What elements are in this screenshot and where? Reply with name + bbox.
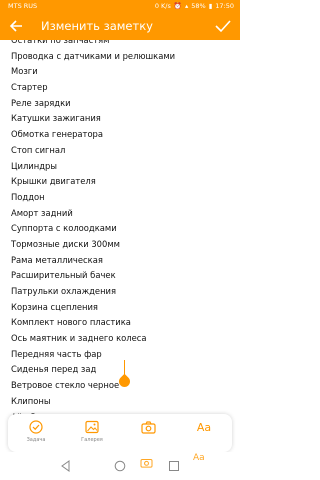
note-line: Мозги — [11, 66, 38, 77]
nav-home-button[interactable] — [112, 458, 128, 474]
nav-back-button[interactable] — [58, 458, 74, 474]
note-line: Крышки двигателя — [11, 176, 96, 187]
check-icon — [215, 20, 231, 33]
gallery-icon — [85, 420, 99, 434]
note-line: Катушки зажигания — [11, 113, 101, 124]
camera-ghost-icon — [140, 453, 153, 472]
note-line: Остатки по запчастям — [11, 40, 110, 45]
note-line: Ось маятник и заднего колеса — [11, 333, 147, 344]
note-line: Цилиндры — [11, 160, 57, 171]
gallery-label: Галерея — [81, 437, 103, 443]
note-line: Обмотка генератора — [11, 129, 104, 140]
note-toolbar: Задача Галерея Aa — [8, 414, 232, 452]
note-line: Реле зарядки — [11, 97, 71, 108]
note-line: Стартер — [11, 82, 48, 93]
note-line: Аморт задний — [11, 207, 73, 218]
arrow-back-icon — [9, 20, 22, 32]
text-format-ghost-icon: Aa — [193, 453, 205, 463]
app-header: Изменить заметку — [0, 12, 240, 40]
alarm-icon: ⏰ — [173, 2, 182, 10]
back-button[interactable] — [6, 16, 26, 36]
status-bar: MTS RUS 0 K/s ⏰ ▴ 58% ▮ 17:50 — [0, 0, 240, 12]
triangle-back-icon — [61, 460, 70, 472]
note-line: Комплект нового пластика — [11, 317, 131, 328]
page-title: Изменить заметку — [41, 19, 153, 33]
system-nav-bar: Aa — [0, 452, 240, 480]
note-line: Поддон — [11, 191, 45, 202]
note-line: Рама металлическая — [11, 254, 103, 265]
nav-recents-button[interactable] — [166, 458, 182, 474]
note-line: Суппорта с колоодками — [11, 223, 117, 234]
task-label: Задача — [26, 437, 46, 443]
note-line: Проводка с датчиками и релюшками — [11, 50, 176, 61]
battery-percent: 58% — [191, 2, 206, 10]
gallery-button[interactable]: Галерея — [67, 414, 117, 452]
save-button[interactable] — [213, 16, 233, 36]
note-line: Корзина сцепления — [11, 301, 98, 312]
note-line: Тормозные диски 300мм — [11, 238, 120, 249]
camera-button[interactable] — [123, 414, 173, 452]
battery-icon: ▮ — [208, 2, 213, 10]
circle-home-icon — [114, 460, 126, 472]
signal-icon: ▴ — [184, 2, 189, 10]
network-speed: 0 K/s — [154, 2, 171, 10]
note-text-area[interactable]: Остатки по запчастям Проводка с датчиками… — [11, 40, 236, 415]
square-recents-icon — [169, 461, 179, 471]
task-button[interactable]: Задача — [11, 414, 61, 452]
carrier-name: MTS RUS — [8, 2, 38, 10]
note-line: Расширительный бачек — [11, 270, 116, 281]
text-format-button[interactable]: Aa — [179, 414, 229, 452]
note-line: Патрульки охлаждения — [11, 286, 117, 296]
status-icons: 0 K/s ⏰ ▴ 58% ▮ 17:50 — [155, 0, 234, 12]
camera-icon — [140, 420, 156, 434]
clock-time: 17:50 — [215, 2, 234, 10]
checkbox-circle-icon — [29, 420, 43, 434]
note-line: Стоп сигнал — [11, 144, 66, 155]
text-format-icon: Aa — [196, 420, 212, 434]
note-line: Клипоны — [11, 395, 51, 406]
